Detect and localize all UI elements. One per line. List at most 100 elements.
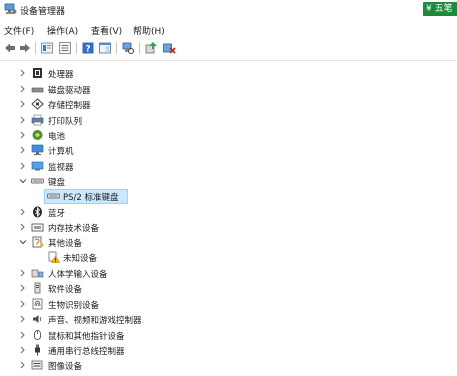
tree-item-label: 生物识别设备 [48, 301, 100, 311]
show-hide-tree-icon[interactable] [58, 41, 72, 55]
tree-item-label: 蓝牙 [48, 209, 66, 219]
hid-icon [31, 269, 44, 278]
tree-item-battery[interactable]: 电池 [0, 128, 457, 143]
printer-icon [31, 114, 44, 126]
menu-view[interactable]: 查看(V) [91, 24, 122, 37]
speaker-icon [33, 315, 42, 323]
tree-item-imaging[interactable]: 图像设备 [0, 358, 457, 373]
tree-item-label: 软件设备 [48, 285, 83, 295]
tree-item-bluetooth[interactable]: 蓝牙 [0, 205, 457, 220]
warning-icon [48, 251, 60, 263]
window-title: 设备管理器 [20, 7, 66, 17]
tree-item-ps2-keyboard[interactable]: PS/2 标准键盘 [0, 189, 457, 204]
tree-item-software-devices[interactable]: 软件设备 [0, 281, 457, 296]
toolbar: ? [0, 39, 457, 58]
forward-arrow-icon[interactable] [18, 41, 32, 55]
bluetooth-icon [33, 206, 42, 218]
tree-item-unknown-device[interactable]: 未知设备 [0, 250, 457, 265]
chevron-right-icon[interactable] [18, 129, 28, 141]
title-bar: 设备管理器 ¥ 五笔 [0, 0, 457, 20]
tree-item-sound[interactable]: 声音、视频和游戏控制器 [0, 312, 457, 327]
tree-item-label: 内存技术设备 [48, 224, 100, 234]
tree-item-label: 监视器 [48, 163, 74, 173]
tree-item-storage-controllers[interactable]: 存储控制器 [0, 97, 457, 112]
fingerprint-icon [32, 298, 43, 310]
ime-label: 五笔 [434, 4, 453, 14]
tree-item-label: 图像设备 [48, 362, 83, 372]
tree-item-memory-tech[interactable]: 内存技术设备 [0, 220, 457, 235]
chevron-right-icon[interactable] [18, 160, 28, 172]
memory-icon [31, 223, 44, 232]
tree-item-other-devices[interactable]: 其他设备 [0, 235, 457, 250]
menu-bar: 文件(F) 操作(A) 查看(V) 帮助(H) [0, 21, 457, 38]
chevron-right-icon[interactable] [18, 344, 28, 356]
tree-item-label: 未知设备 [63, 254, 98, 264]
chevron-right-icon[interactable] [18, 267, 28, 279]
tree-item-label: 其他设备 [48, 239, 83, 249]
device-manager-icon [4, 3, 17, 14]
tree-item-biometric[interactable]: 生物识别设备 [0, 297, 457, 312]
tree-item-monitors[interactable]: 监视器 [0, 159, 457, 174]
tree-item-label: 鼠标和其他指针设备 [48, 332, 125, 342]
scan-hardware-icon[interactable] [121, 41, 135, 55]
tree-item-keyboards[interactable]: 键盘 [0, 174, 457, 189]
tree-item-label: PS/2 标准键盘 [63, 193, 119, 203]
action-pane-icon[interactable] [98, 41, 112, 55]
tree-item-label: 电池 [48, 132, 66, 142]
chevron-right-icon[interactable] [18, 282, 28, 294]
chevron-right-icon[interactable] [18, 67, 28, 79]
chevron-down-icon[interactable] [18, 236, 28, 248]
tree-item-disk-drives[interactable]: 磁盘驱动器 [0, 82, 457, 97]
tree-item-label: 键盘 [48, 178, 66, 188]
camera-icon [31, 360, 43, 370]
storage-controller-icon [31, 98, 44, 110]
menu-help[interactable]: 帮助(H) [133, 24, 165, 37]
tree-item-label: 存储控制器 [48, 101, 91, 111]
tree-item-label: 人体学输入设备 [48, 270, 108, 280]
tree-item-usb[interactable]: 通用串行总线控制器 [0, 343, 457, 358]
chevron-right-icon[interactable] [18, 313, 28, 325]
monitor-icon [31, 161, 44, 171]
menu-action[interactable]: 操作(A) [47, 24, 78, 37]
tree-item-label: 计算机 [48, 147, 74, 157]
chevron-right-icon[interactable] [18, 83, 28, 95]
tree-item-processor[interactable]: 处理器 [0, 66, 457, 81]
chevron-right-icon[interactable] [18, 359, 28, 371]
menu-file[interactable]: 文件(F) [4, 24, 34, 37]
usb-icon [35, 344, 40, 356]
keyboard-icon [31, 178, 44, 184]
help-icon[interactable]: ? [81, 41, 95, 55]
ime-arrow-icon: ¥ [426, 4, 432, 14]
chevron-right-icon[interactable] [18, 329, 28, 341]
disk-icon [31, 87, 44, 93]
tree-item-mice[interactable]: 鼠标和其他指针设备 [0, 328, 457, 343]
toolbar-separator [139, 42, 140, 54]
update-driver-icon[interactable] [144, 41, 158, 55]
tree-item-label: 打印队列 [48, 117, 83, 127]
chip-icon [33, 68, 42, 78]
toolbar-separator [76, 42, 77, 54]
ime-indicator[interactable]: ¥ 五笔 [423, 2, 457, 16]
software-device-icon [34, 282, 41, 294]
tree-item-label: 通用串行总线控制器 [48, 347, 125, 357]
toolbar-separator [35, 42, 36, 54]
tree-item-print-queues[interactable]: 打印队列 [0, 113, 457, 128]
uninstall-device-icon[interactable] [162, 41, 176, 55]
tree-item-computer[interactable]: 计算机 [0, 143, 457, 158]
tree-item-hid[interactable]: 人体学输入设备 [0, 266, 457, 281]
chevron-right-icon[interactable] [18, 98, 28, 110]
svg-text:?: ? [85, 45, 90, 55]
tree-item-label: 磁盘驱动器 [48, 86, 91, 96]
properties-icon[interactable] [40, 41, 54, 55]
chevron-down-icon[interactable] [18, 175, 28, 187]
chevron-right-icon[interactable] [18, 206, 28, 218]
toolbar-separator [116, 42, 117, 54]
battery-icon [32, 130, 43, 140]
chevron-right-icon[interactable] [18, 114, 28, 126]
other-devices-icon [32, 236, 44, 248]
chevron-right-icon[interactable] [18, 298, 28, 310]
computer-icon [31, 144, 44, 155]
chevron-right-icon[interactable] [18, 144, 28, 156]
back-arrow-icon[interactable] [3, 41, 17, 55]
chevron-right-icon[interactable] [18, 221, 28, 233]
